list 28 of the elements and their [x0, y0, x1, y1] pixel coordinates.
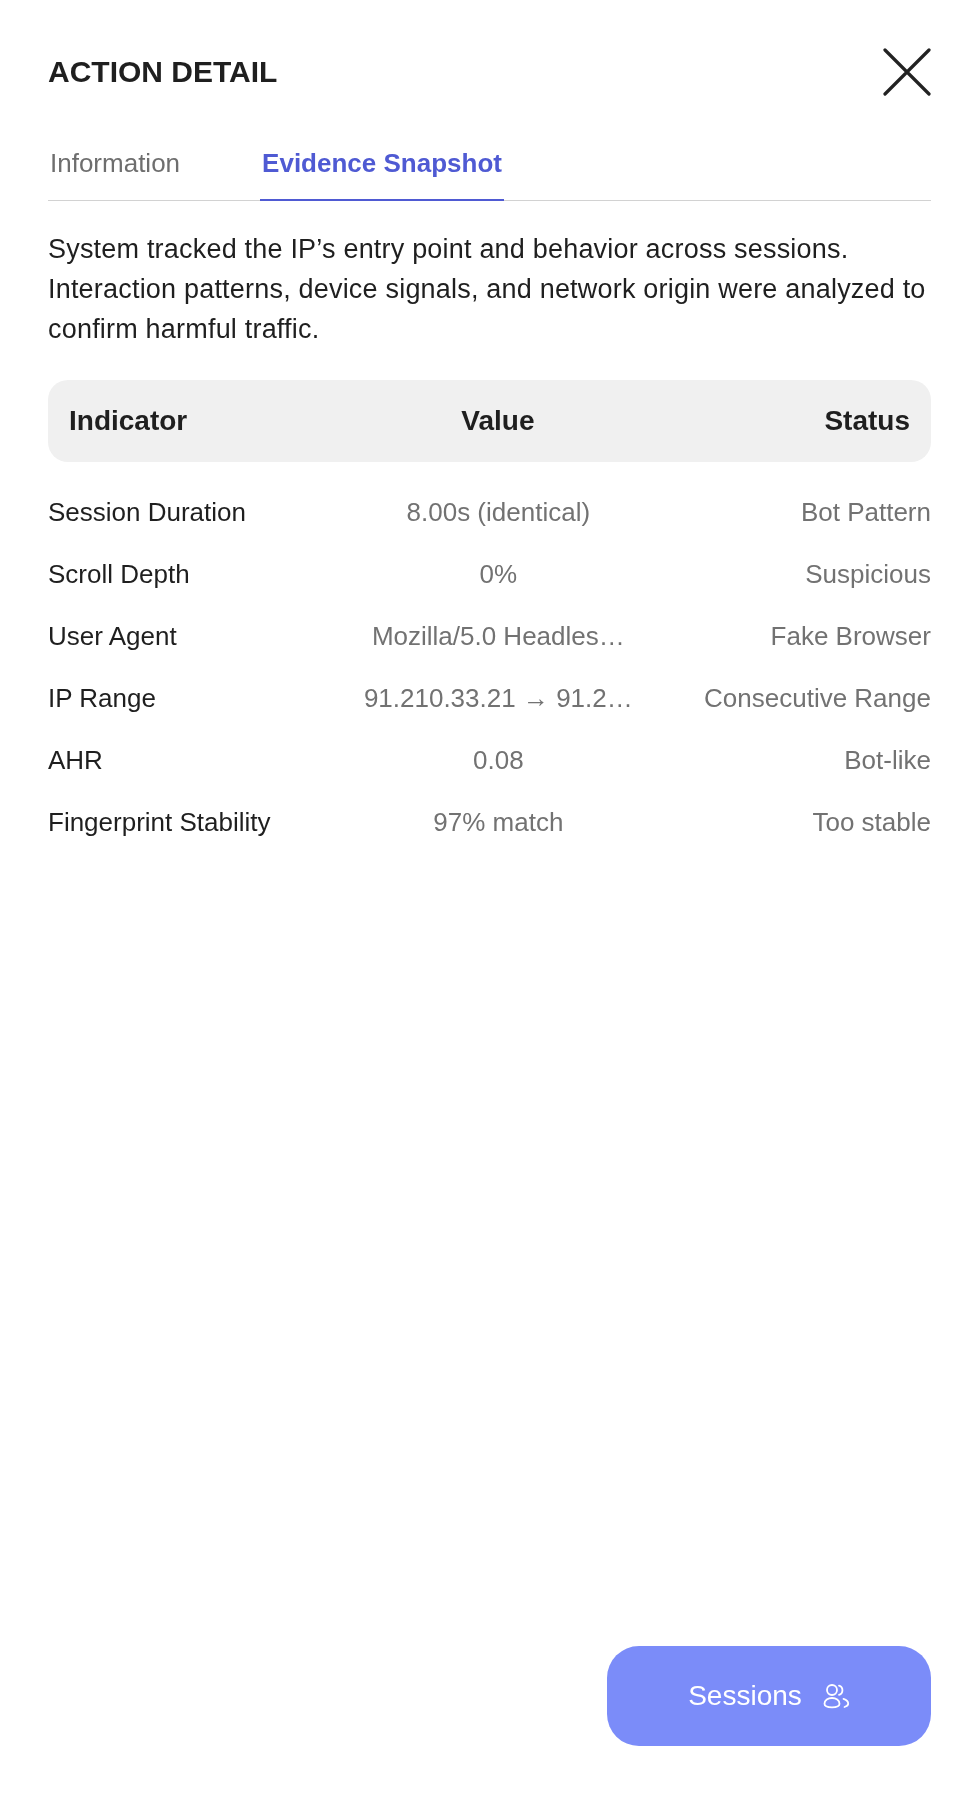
table-cell: Suspicious	[805, 559, 931, 589]
table-cell: Session Duration	[48, 497, 246, 527]
table-cell: 97% match	[433, 807, 564, 837]
table-cell: AHR	[48, 745, 103, 775]
table-cell: 91.210.33.21 → 91.2…	[363, 683, 633, 713]
column-header: Status	[824, 404, 910, 437]
sessions-button[interactable]: Sessions	[607, 1646, 931, 1746]
table-cell: 0.08	[473, 745, 524, 775]
close-icon[interactable]	[883, 48, 931, 96]
table-cell: 8.00s (identical)	[406, 497, 591, 527]
table-cell: Consecutive Range	[704, 683, 931, 713]
table-cell: Bot Pattern	[800, 497, 931, 527]
table-cell: Fingerprint Stability	[48, 807, 271, 837]
table-cell: Too stable	[812, 807, 931, 837]
table-cell: User Agent	[48, 621, 177, 651]
table-cell: Mozilla/5.0 Headles…	[371, 621, 625, 651]
panel-title: ACTION DETAIL	[48, 54, 278, 90]
column-header: Value	[461, 404, 535, 437]
column-header: Indicator	[69, 404, 188, 437]
users-icon	[821, 1683, 850, 1709]
table-cell: 0%	[479, 559, 518, 589]
tab[interactable]: Evidence Snapshot	[260, 134, 504, 201]
tab[interactable]: Information	[48, 134, 183, 201]
table-cell: Fake Browser	[770, 621, 931, 651]
table-cell: Bot-like	[844, 745, 931, 775]
description-text: System tracked the IP’s entry point and behavior across sessions. Interaction patterns, device signals, and network origin were analyzed to confirm harmful traffic.	[48, 233, 927, 346]
table-cell: Scroll Depth	[48, 559, 190, 589]
table-cell: IP Range	[48, 683, 156, 713]
